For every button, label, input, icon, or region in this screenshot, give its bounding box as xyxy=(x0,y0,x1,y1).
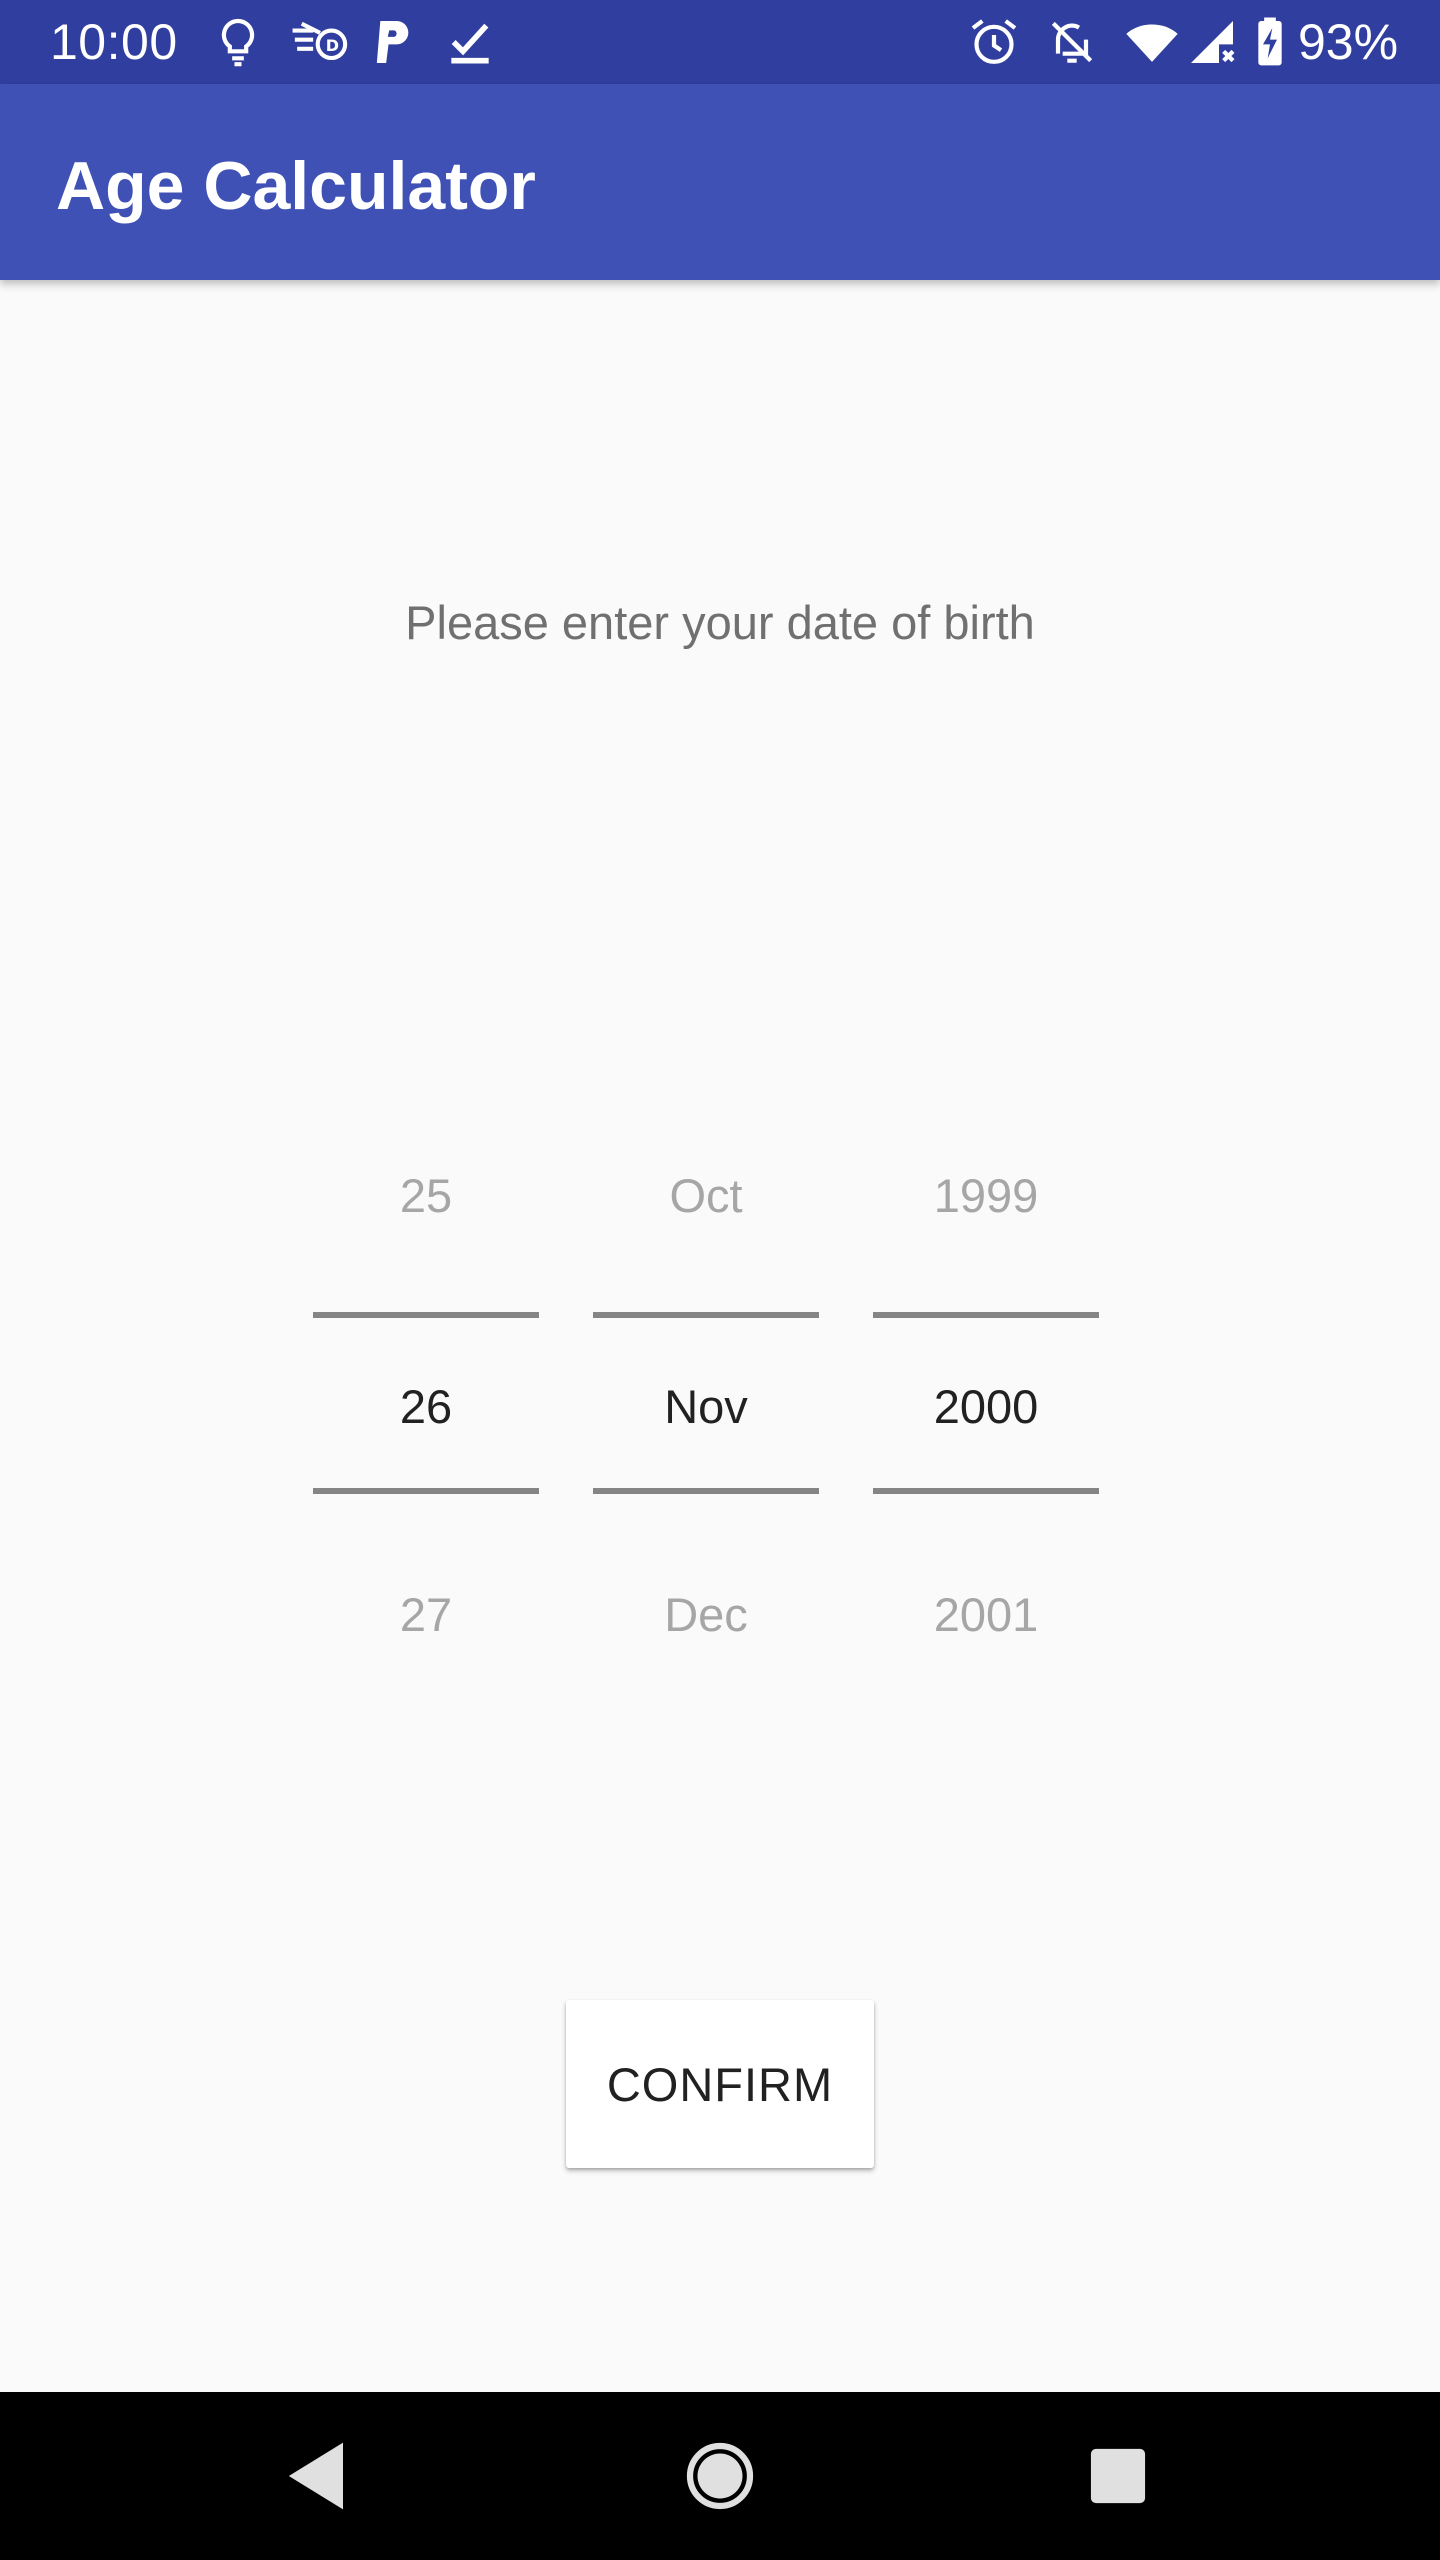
month-next-value[interactable]: Dec xyxy=(593,1585,819,1645)
year-picker-divider-top xyxy=(873,1312,1099,1318)
month-selected-value[interactable]: Nov xyxy=(593,1377,819,1437)
confirm-button[interactable]: CONFIRM xyxy=(566,2000,874,2168)
day-prev-value[interactable]: 25 xyxy=(313,1166,539,1226)
app-title: Age Calculator xyxy=(56,148,536,224)
month-picker[interactable]: Oct Nov Dec xyxy=(593,1130,819,1650)
recents-icon[interactable] xyxy=(1068,2426,1168,2526)
day-picker-divider-bottom xyxy=(313,1488,539,1494)
check-icon xyxy=(442,14,498,70)
month-picker-divider-bottom xyxy=(593,1488,819,1494)
app-bar: Age Calculator xyxy=(0,84,1440,280)
month-picker-divider-top xyxy=(593,1312,819,1318)
year-prev-value[interactable]: 1999 xyxy=(873,1166,1099,1226)
bell-off-icon xyxy=(1044,14,1100,70)
back-icon[interactable] xyxy=(268,2426,368,2526)
status-bar: 10:00 D 93% xyxy=(0,0,1440,84)
svg-text:D: D xyxy=(326,36,339,55)
year-picker[interactable]: 1999 2000 2001 xyxy=(873,1130,1099,1650)
year-selected-value[interactable]: 2000 xyxy=(873,1377,1099,1437)
day-selected-value[interactable]: 26 xyxy=(313,1377,539,1437)
day-next-value[interactable]: 27 xyxy=(313,1585,539,1645)
day-picker-divider-top xyxy=(313,1312,539,1318)
year-next-value[interactable]: 2001 xyxy=(873,1585,1099,1645)
wifi-icon xyxy=(1124,14,1180,70)
battery-percentage: 93% xyxy=(1298,14,1399,70)
battery-charging-icon xyxy=(1242,14,1298,70)
lightbulb-icon xyxy=(210,14,266,70)
navigation-bar xyxy=(0,2392,1440,2560)
speed-data-icon: D xyxy=(288,14,352,70)
day-picker[interactable]: 25 26 27 xyxy=(313,1130,539,1650)
alarm-icon xyxy=(966,14,1022,70)
paypal-icon xyxy=(364,14,420,70)
year-picker-divider-bottom xyxy=(873,1488,1099,1494)
date-of-birth-prompt: Please enter your date of birth xyxy=(405,596,1035,649)
status-time: 10:00 xyxy=(50,14,178,70)
home-icon[interactable] xyxy=(670,2426,770,2526)
month-prev-value[interactable]: Oct xyxy=(593,1166,819,1226)
signal-icon xyxy=(1184,14,1240,70)
